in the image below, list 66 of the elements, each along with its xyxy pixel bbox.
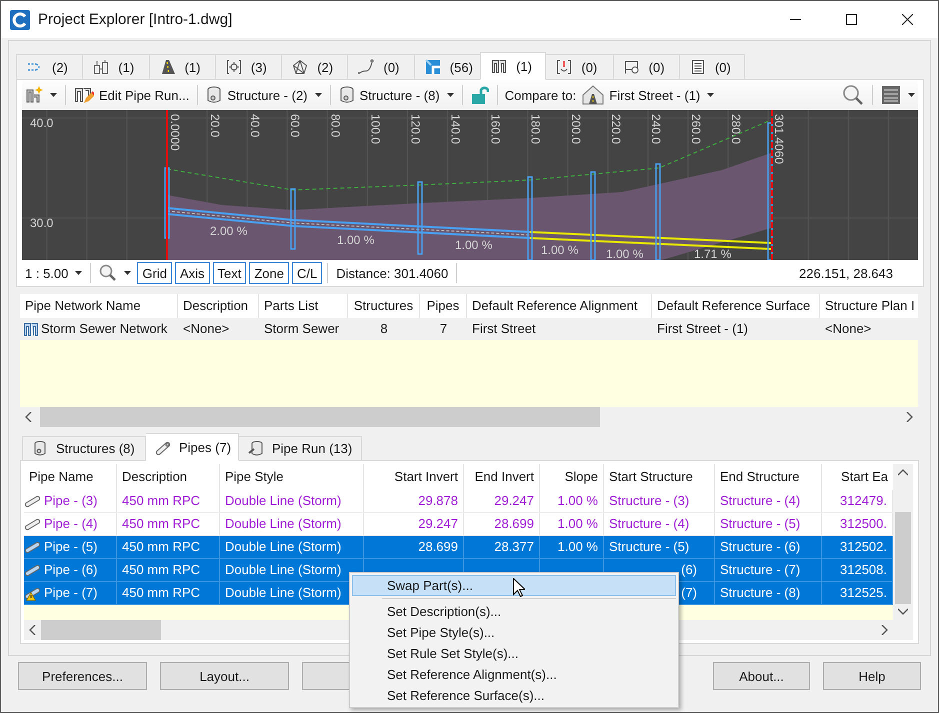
slope-label: 1.71 % — [694, 247, 732, 260]
station-label: 100.0 — [368, 114, 382, 144]
table-cell: 28.699 — [464, 513, 540, 535]
table-cell: 1.00 % — [540, 490, 604, 512]
table-cell: 1.00 % — [540, 536, 604, 558]
table-cell: 450 mm RPC — [117, 536, 220, 558]
table-cell: Double Line (Storm) — [220, 536, 364, 558]
table-cell: 28.699 — [364, 536, 464, 558]
table-cell-text: Pipe - (3) — [44, 492, 98, 510]
station-label: 200.0 — [568, 114, 583, 144]
table-cell: 450 mm RPC — [117, 513, 220, 535]
station-label: 140.0 — [448, 114, 463, 144]
table-cell: 450 mm RPC — [117, 490, 220, 512]
table-cell-text: First Street - (1) — [656, 320, 750, 338]
distance-readout: Distance: 301.4060 — [335, 266, 450, 280]
slope-label: 2.00 % — [210, 224, 248, 238]
table-cell: Structure - (5) — [715, 513, 822, 535]
table-cell: Double Line (Storm) — [220, 490, 364, 512]
station-label: 280.0 — [729, 114, 744, 144]
table-cell-text: Storm Sewer — [263, 320, 340, 338]
station-label: 0.0000 — [168, 114, 182, 151]
table-cell-text: Pipe - (5) — [44, 538, 98, 556]
station-label: 160.0 — [488, 114, 503, 144]
coordinate-readout: 226.151, 28.643 — [798, 266, 894, 280]
table-cell: Structure - (4) — [715, 490, 822, 512]
table-cell: Structure - (8) — [715, 582, 822, 604]
compare-label: Compare to: — [504, 88, 576, 102]
station-label: 180.0 — [528, 114, 543, 144]
slope-label: 1.00 % — [606, 247, 644, 260]
table-cell: Structure - (7) — [715, 559, 822, 581]
station-label: 60.0 — [288, 114, 302, 138]
station-label: 301.4060 — [772, 114, 786, 164]
station-label: 40.0 — [248, 114, 262, 138]
station-label: 20.0 — [208, 114, 222, 138]
table-cell: Structure - (6) — [715, 536, 822, 558]
table-cell-text: Pipe - (6) — [44, 561, 98, 579]
table-cell: 29.247 — [364, 513, 464, 535]
slope-label: 1.00 % — [455, 238, 492, 252]
station-label: 260.0 — [689, 114, 703, 144]
station-label: 240.0 — [649, 114, 663, 144]
axis-label: 30.0 — [30, 216, 54, 230]
table-cell-text: Pipe - (4) — [44, 515, 98, 533]
station-label: 120.0 — [408, 114, 422, 144]
table-cell: Structure - (4) — [604, 513, 715, 535]
slope-label: 1.00 % — [541, 243, 578, 257]
table-cell-text: <None> — [182, 320, 230, 338]
table-cell-text: 8 — [379, 320, 389, 338]
window-title: Project Explorer [Intro-1.dwg] — [38, 11, 232, 28]
table-cell: Double Line (Storm) — [220, 513, 364, 535]
station-label: 220.0 — [608, 114, 623, 144]
table-cell: 1.00 % — [540, 513, 604, 535]
table-cell-text: <None> — [824, 320, 872, 338]
table-cell: Structure - (3) — [604, 490, 715, 512]
table-cell: 450 mm RPC — [117, 559, 220, 581]
table-cell-text: Storm Sewer Network — [41, 320, 168, 338]
table-cell: 29.247 — [464, 490, 540, 512]
table-cell: 450 mm RPC — [117, 582, 220, 604]
table-cell-text: Pipe - (7) — [44, 584, 98, 602]
table-cell: 29.878 — [364, 490, 464, 512]
station-label: 80.0 — [328, 114, 342, 138]
slope-label: 1.00 % — [337, 233, 374, 247]
axis-label: 40.0 — [30, 116, 54, 130]
table-cell-text: First Street — [471, 320, 537, 338]
table-cell-text: 7 — [438, 320, 448, 338]
table-cell: Structure - (5) — [604, 536, 715, 558]
table-cell: 28.377 — [464, 536, 540, 558]
